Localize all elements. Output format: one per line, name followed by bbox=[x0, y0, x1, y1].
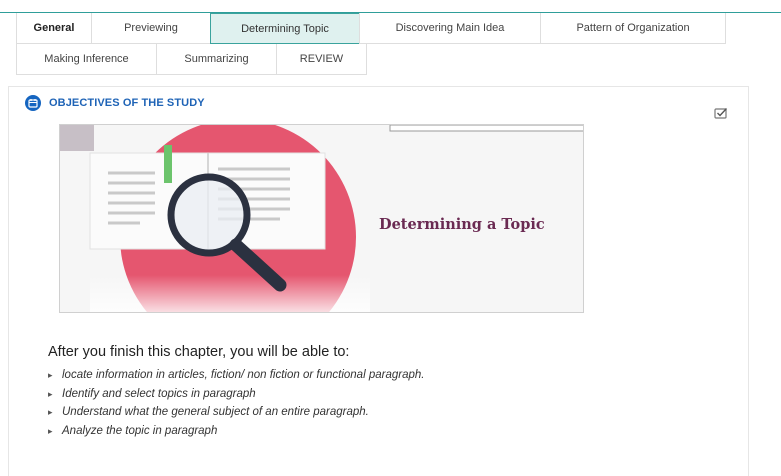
topic-banner-image: Determining a Topic bbox=[59, 124, 584, 313]
tab-discovering-main-idea[interactable]: Discovering Main Idea bbox=[359, 13, 541, 44]
objectives-list: locate information in articles, fiction/… bbox=[46, 366, 424, 440]
list-item: Analyze the topic in paragraph bbox=[46, 422, 424, 441]
tab-general[interactable]: General bbox=[16, 13, 92, 44]
tab-determining-topic[interactable]: Determining Topic bbox=[210, 13, 360, 44]
calendar-icon bbox=[25, 95, 41, 111]
list-item: locate information in articles, fiction/… bbox=[46, 366, 424, 385]
tab-pattern-of-organization[interactable]: Pattern of Organization bbox=[540, 13, 726, 44]
section-title[interactable]: OBJECTIVES OF THE STUDY bbox=[49, 97, 205, 109]
tab-row-2: Making Inference Summarizing REVIEW bbox=[16, 44, 776, 75]
tab-previewing[interactable]: Previewing bbox=[91, 13, 211, 44]
banner-caption: Determining a Topic bbox=[379, 216, 545, 233]
tab-making-inference[interactable]: Making Inference bbox=[16, 44, 157, 75]
checkbox-icon[interactable] bbox=[714, 106, 728, 124]
list-item: Identify and select topics in paragraph bbox=[46, 385, 424, 404]
tab-summarizing[interactable]: Summarizing bbox=[156, 44, 277, 75]
tab-review[interactable]: REVIEW bbox=[276, 44, 367, 75]
intro-text: After you finish this chapter, you will … bbox=[48, 344, 350, 360]
tab-bar: General Previewing Determining Topic Dis… bbox=[16, 13, 776, 75]
tab-row-1: General Previewing Determining Topic Dis… bbox=[16, 13, 776, 44]
section-header: OBJECTIVES OF THE STUDY bbox=[25, 95, 205, 111]
list-item: Understand what the general subject of a… bbox=[46, 403, 424, 422]
